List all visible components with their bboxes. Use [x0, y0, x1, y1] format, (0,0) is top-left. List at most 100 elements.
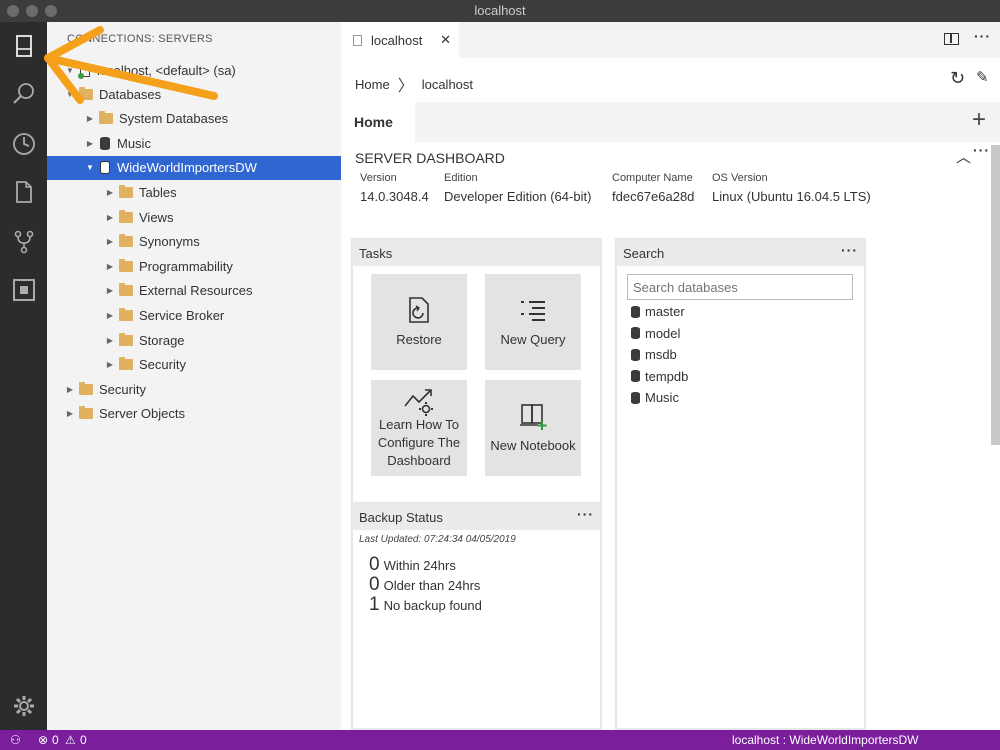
expand-icon[interactable]: ▶: [105, 262, 115, 271]
tasks-title: Tasks: [353, 240, 600, 266]
backup-count: 0: [369, 554, 380, 575]
search-databases-input[interactable]: [627, 274, 853, 300]
new-notebook-label: New Notebook: [490, 438, 576, 453]
folder-icon: [79, 406, 93, 420]
split-editor-icon[interactable]: [944, 33, 959, 45]
tab-localhost[interactable]: localhost ✕: [341, 22, 459, 58]
tree-item[interactable]: ▶ Tables: [47, 180, 341, 204]
tree-item-label: System Databases: [119, 111, 229, 127]
expand-icon[interactable]: ▶: [105, 311, 115, 320]
folder-icon: [119, 283, 133, 297]
folder-icon: [79, 86, 93, 100]
property-value: Developer Edition (64-bit): [444, 189, 592, 204]
database-list-item[interactable]: Music: [631, 390, 679, 405]
database-icon: [100, 136, 110, 150]
new-notebook-button[interactable]: New Notebook: [485, 380, 581, 476]
errors-icon[interactable]: ⊗: [38, 730, 48, 750]
tree-item[interactable]: ▶ Storage: [47, 328, 341, 352]
collapse-icon[interactable]: ▼: [65, 90, 75, 99]
tree-item[interactable]: ▶ Security: [47, 377, 341, 401]
tab-home[interactable]: Home: [341, 102, 415, 142]
new-query-label: New Query: [500, 332, 566, 347]
server-label: localhost, <default> (sa): [97, 62, 236, 78]
new-query-button[interactable]: New Query: [485, 274, 581, 370]
database-name: master: [645, 304, 685, 319]
accounts-icon[interactable]: ⚇: [10, 730, 21, 750]
search-more-icon[interactable]: ···: [841, 242, 858, 258]
properties-more-icon[interactable]: ···: [973, 142, 990, 158]
database-list-item[interactable]: master: [631, 304, 685, 319]
breadcrumb-server[interactable]: localhost: [422, 77, 473, 92]
dashboard-tab-icon: [353, 34, 362, 46]
expand-icon[interactable]: ▶: [105, 213, 115, 222]
source-control-icon[interactable]: [0, 222, 47, 262]
tree-item-label: Programmability: [139, 258, 233, 274]
editor-tab-bar: localhost ✕ ···: [341, 22, 1000, 58]
tree-item[interactable]: ▶ Server Objects: [47, 402, 341, 426]
tree-item[interactable]: ▶ External Resources: [47, 279, 341, 303]
edit-pencil-icon[interactable]: ✎: [976, 68, 989, 86]
collapse-icon[interactable]: ▼: [65, 66, 75, 75]
expand-icon[interactable]: ▶: [105, 188, 115, 197]
expand-icon[interactable]: ▶: [85, 114, 95, 123]
restore-button[interactable]: Restore: [371, 274, 467, 370]
history-icon[interactable]: [0, 124, 47, 164]
chart-gear-icon: [404, 389, 433, 416]
expand-icon[interactable]: ▶: [105, 237, 115, 246]
expand-icon[interactable]: ▶: [105, 336, 115, 345]
dashboard-title: SERVER DASHBOARD: [355, 150, 505, 166]
property-label: Computer Name: [612, 172, 693, 184]
database-list-item[interactable]: tempdb: [631, 369, 688, 384]
collapse-chevron-icon[interactable]: ︿: [956, 146, 971, 167]
close-window-button[interactable]: [7, 5, 19, 17]
folder-icon: [119, 184, 133, 198]
tree-item[interactable]: ▶ Service Broker: [47, 303, 341, 327]
folder-icon: [119, 357, 133, 371]
tree-item[interactable]: ▶ Synonyms: [47, 230, 341, 254]
close-tab-icon[interactable]: ✕: [440, 32, 451, 48]
tree-item[interactable]: ▶ Programmability: [47, 254, 341, 278]
tree-item-label: External Resources: [139, 283, 253, 299]
backup-count: 1: [369, 594, 380, 615]
connection-status[interactable]: localhost : WideWorldImportersDW: [732, 730, 919, 750]
more-actions-icon[interactable]: ···: [974, 28, 991, 44]
file-explorer-icon[interactable]: [0, 172, 47, 212]
add-tab-icon[interactable]: +: [972, 106, 986, 134]
configure-dashboard-button[interactable]: Learn How To Configure The Dashboard: [371, 380, 467, 476]
editor-scrollbar[interactable]: [991, 145, 1000, 445]
expand-icon[interactable]: ▶: [65, 385, 75, 394]
settings-gear-icon[interactable]: [0, 686, 47, 726]
breadcrumb-home[interactable]: Home: [355, 77, 390, 92]
tree-item[interactable]: ▶ System Databases: [47, 107, 341, 131]
backup-count: 0: [369, 574, 380, 595]
maximize-window-button[interactable]: [45, 5, 57, 17]
server-icon: [78, 63, 90, 79]
expand-icon[interactable]: ▶: [105, 360, 115, 369]
tree-item[interactable]: ▶ Security: [47, 353, 341, 377]
search-icon[interactable]: [0, 74, 47, 114]
tree-item-label: Server Objects: [99, 406, 185, 422]
tree-item[interactable]: ▶ Music: [47, 131, 341, 155]
expand-icon[interactable]: ▶: [105, 286, 115, 295]
tree-item-label: WideWorldImportersDW: [117, 160, 257, 176]
collapse-icon[interactable]: ▼: [85, 163, 95, 172]
restore-icon: [409, 297, 429, 323]
tree-item[interactable]: ▶ Views: [47, 205, 341, 229]
tree-item[interactable]: ▼ WideWorldImportersDW: [47, 155, 341, 180]
property-label: Edition: [444, 172, 478, 184]
expand-icon[interactable]: ▶: [85, 139, 95, 148]
tree-item[interactable]: ▼ Databases: [47, 82, 341, 106]
servers-icon[interactable]: [0, 26, 47, 66]
refresh-icon[interactable]: ↻: [950, 68, 965, 89]
database-list-item[interactable]: msdb: [631, 347, 677, 362]
property-label: Version: [360, 172, 397, 184]
database-list-item[interactable]: model: [631, 326, 680, 341]
warnings-icon[interactable]: ⚠: [65, 730, 76, 750]
minimize-window-button[interactable]: [26, 5, 38, 17]
expand-icon[interactable]: ▶: [65, 409, 75, 418]
extensions-icon[interactable]: [0, 270, 47, 310]
server-node[interactable]: ▼ localhost, <default> (sa): [47, 58, 341, 82]
database-name: msdb: [645, 347, 677, 362]
backup-more-icon[interactable]: ···: [577, 506, 594, 522]
backup-label: Within 24hrs: [383, 558, 456, 573]
